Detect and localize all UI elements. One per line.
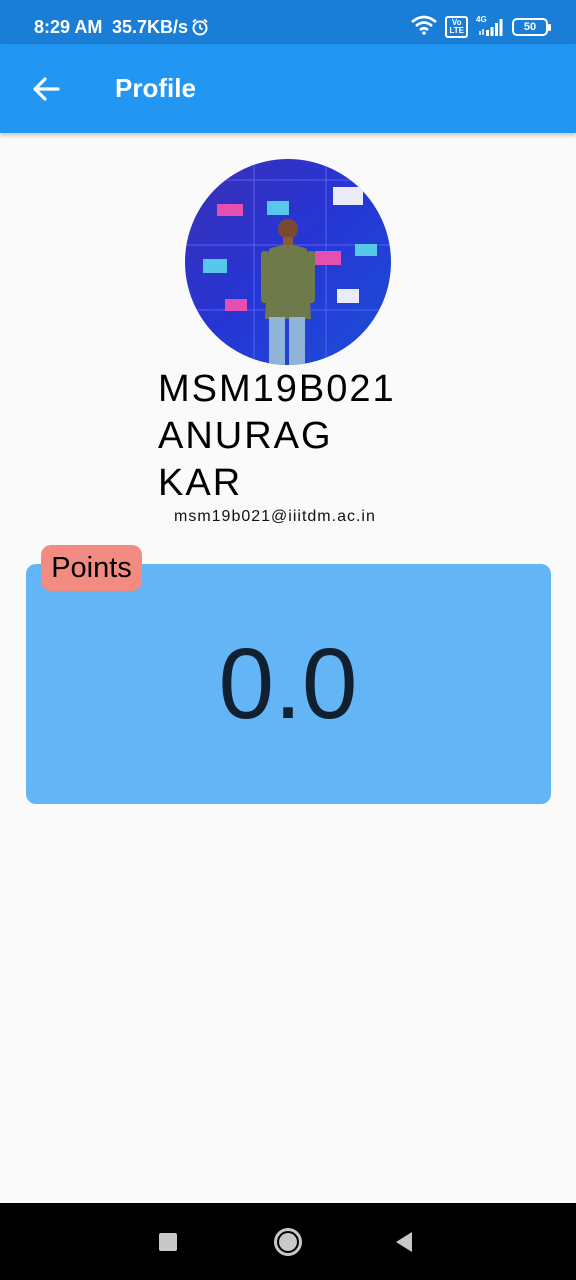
recents-icon <box>159 1232 177 1251</box>
recents-button[interactable] <box>138 1203 198 1280</box>
status-time: 8:29 AM <box>34 17 103 37</box>
signal-icon: 4G <box>476 15 504 37</box>
back-icon <box>396 1231 412 1252</box>
volte-badge: Vo LTE <box>445 16 468 38</box>
home-button[interactable] <box>258 1203 318 1280</box>
back-button[interactable] <box>26 69 66 109</box>
system-back-button[interactable] <box>374 1203 434 1280</box>
page-title: Profile <box>115 73 196 103</box>
avatar[interactable] <box>185 159 391 365</box>
battery-indicator: 50 <box>512 18 551 36</box>
home-icon <box>274 1227 302 1256</box>
name-line: ANURAG <box>158 415 333 457</box>
network-speed: 35.7KB/s <box>112 17 189 37</box>
arrow-back-icon <box>33 77 60 101</box>
system-nav-bar <box>0 1203 576 1280</box>
network-type: 4G <box>476 15 487 24</box>
lte-text: LTE <box>449 26 464 35</box>
app-bar: Profile <box>0 44 576 133</box>
status-icons: Vo LTE 4G 50 <box>411 15 551 40</box>
points-label: Points <box>41 545 142 591</box>
alarm-icon <box>191 18 209 41</box>
name-line: MSM19B021 <box>158 368 396 410</box>
status-bar: 8:29 AM 35.7KB/s Vo LTE 4G 50 <box>0 0 576 44</box>
wifi-icon <box>411 15 438 40</box>
name-line: KAR <box>158 462 243 504</box>
profile-email: msm19b021@iiitdm.ac.in <box>174 508 376 525</box>
points-value: 0.0 <box>218 628 358 740</box>
profile-name: MSM19B021 ANURAG KAR <box>158 366 438 507</box>
